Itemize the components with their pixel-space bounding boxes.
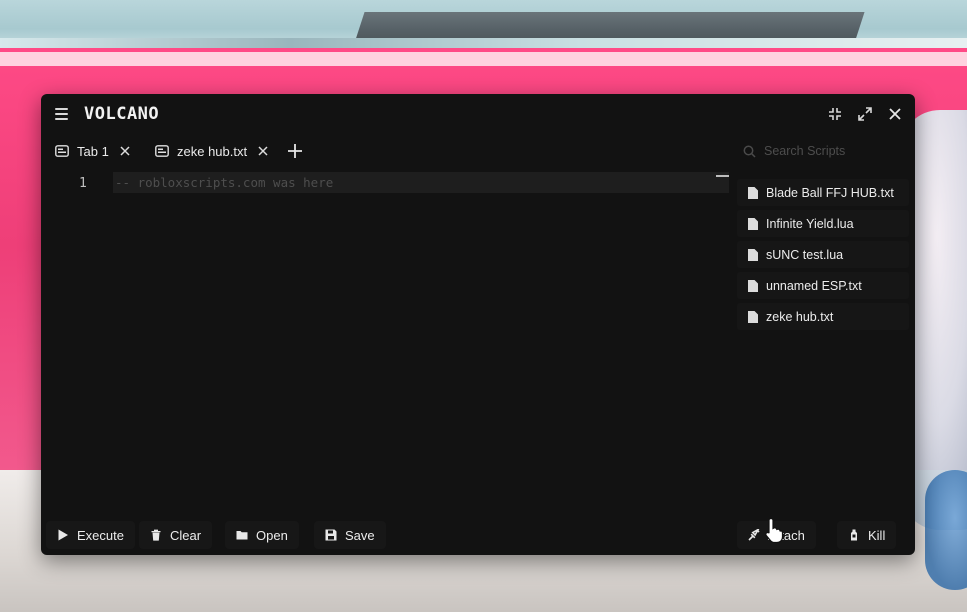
bottle-icon xyxy=(851,529,857,541)
script-item[interactable]: unnamed ESP.txt xyxy=(737,272,909,299)
line-number: 1 xyxy=(79,176,87,191)
background-wall-trim xyxy=(0,52,967,66)
script-label: Infinite Yield.lua xyxy=(766,216,854,231)
background-ledge xyxy=(0,38,967,48)
search-bar[interactable] xyxy=(731,138,915,164)
execute-label: Execute xyxy=(77,527,124,543)
scroll-marker[interactable] xyxy=(716,175,729,177)
tab-label: Tab 1 xyxy=(77,143,109,159)
code-editor[interactable]: 1 -- robloxscripts.com was here xyxy=(41,172,731,512)
close-icon[interactable] xyxy=(119,145,131,157)
expand-icon[interactable] xyxy=(855,104,875,124)
search-input[interactable] xyxy=(764,144,904,158)
kill-label: Kill xyxy=(868,527,886,543)
kill-button[interactable]: Kill xyxy=(837,521,897,549)
script-label: sUNC test.lua xyxy=(766,247,844,262)
code-tab-icon xyxy=(55,145,69,157)
clear-label: Clear xyxy=(170,527,202,543)
script-panel: Blade Ball FFJ HUB.txt Infinite Yield.lu… xyxy=(731,134,915,512)
executor-window: VOLCANO Tab 1 zeke hub.txt 1 -- robloxsc… xyxy=(41,94,915,555)
background-structure xyxy=(355,12,865,40)
open-button[interactable]: Open xyxy=(225,521,299,549)
shrink-icon[interactable] xyxy=(825,104,845,124)
code-tab-icon xyxy=(155,145,169,157)
plus-icon[interactable] xyxy=(287,143,303,159)
floppy-icon xyxy=(325,529,337,541)
tab-1[interactable]: Tab 1 xyxy=(55,136,131,166)
app-title: VOLCANO xyxy=(84,104,160,124)
script-item[interactable]: Infinite Yield.lua xyxy=(737,210,909,237)
script-item[interactable]: sUNC test.lua xyxy=(737,241,909,268)
save-button[interactable]: Save xyxy=(314,521,386,549)
syringe-icon xyxy=(748,529,760,541)
close-icon[interactable] xyxy=(885,104,905,124)
file-icon xyxy=(748,279,758,292)
script-label: Blade Ball FFJ HUB.txt xyxy=(766,185,894,200)
tab-zeke-hub[interactable]: zeke hub.txt xyxy=(155,136,269,166)
open-label: Open xyxy=(256,527,288,543)
clear-button[interactable]: Clear xyxy=(139,521,213,549)
save-label: Save xyxy=(345,527,375,543)
close-icon[interactable] xyxy=(257,145,269,157)
code-line[interactable]: -- robloxscripts.com was here xyxy=(113,172,729,193)
search-icon xyxy=(743,145,756,158)
background-object xyxy=(925,470,967,590)
file-icon xyxy=(748,217,758,230)
script-item[interactable]: zeke hub.txt xyxy=(737,303,909,330)
play-icon xyxy=(58,529,68,541)
execute-button[interactable]: Execute xyxy=(46,521,135,549)
tab-label: zeke hub.txt xyxy=(177,143,248,159)
trash-icon xyxy=(151,529,161,541)
script-item[interactable]: Blade Ball FFJ HUB.txt xyxy=(737,179,909,206)
mouse-pointer-icon xyxy=(765,517,783,543)
tab-bar: Tab 1 zeke hub.txt xyxy=(41,136,731,168)
file-icon xyxy=(748,310,758,323)
folder-icon xyxy=(236,531,248,540)
bottom-toolbar: Execute Clear Open Save Attach Kill xyxy=(41,519,915,551)
script-label: unnamed ESP.txt xyxy=(766,278,862,293)
title-bar: VOLCANO xyxy=(41,94,915,134)
hamburger-icon[interactable] xyxy=(55,108,68,120)
file-icon xyxy=(748,186,758,199)
file-icon xyxy=(748,248,758,261)
script-label: zeke hub.txt xyxy=(766,309,834,324)
